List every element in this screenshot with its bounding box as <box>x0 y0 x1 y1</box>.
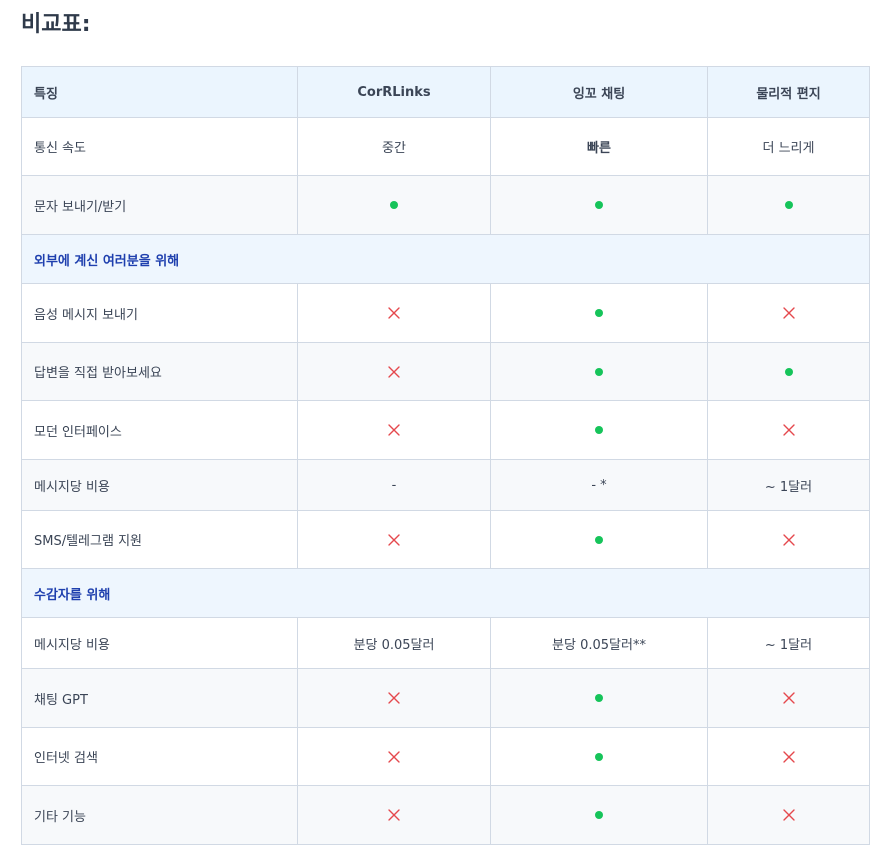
table-row: SMS/텔레그램 지원 <box>21 510 870 569</box>
red-x-icon <box>388 750 400 763</box>
red-x-icon <box>388 424 400 436</box>
row-label: SMS/텔레그램 지원 <box>21 510 298 569</box>
cell-parrot-chat <box>490 283 708 343</box>
page-title: 비교표: <box>21 12 91 37</box>
cell-parrot-chat <box>490 727 708 786</box>
row-label: 채팅 GPT <box>21 668 298 728</box>
cell-parrot-chat <box>490 668 708 728</box>
cell-corrlinks <box>297 283 491 343</box>
cell-physical-letter: 더 느리게 <box>707 117 870 176</box>
red-x-icon <box>388 307 400 319</box>
cell-corrlinks <box>297 785 491 845</box>
red-x-icon <box>388 692 400 704</box>
row-label: 음성 메시지 보내기 <box>21 283 298 343</box>
cell-corrlinks: 분당 0.05달러 <box>297 617 491 669</box>
red-x-icon <box>782 424 795 436</box>
cell-parrot-chat: 분당 0.05달러** <box>490 617 708 669</box>
comparison-table: 특징 CorRLinks 잉꼬 채팅 물리적 편지 통신 속도 중간 빠른 더 … <box>21 66 870 845</box>
row-label: 답변을 직접 받아보세요 <box>21 342 298 401</box>
cell-parrot-chat: - * <box>490 459 708 511</box>
green-dot-icon <box>784 201 793 209</box>
green-dot-icon <box>595 752 603 761</box>
cell-parrot-chat <box>490 785 708 845</box>
cell-corrlinks <box>297 342 491 401</box>
cell-parrot-chat <box>490 510 708 569</box>
table-row: 채팅 GPT <box>21 668 870 728</box>
header-corrlinks: CorRLinks <box>297 66 491 118</box>
table-row: 메시지당 비용 분당 0.05달러 분당 0.05달러** ~ 1달러 <box>21 617 870 669</box>
green-dot-icon <box>595 694 603 702</box>
cell-corrlinks <box>297 510 491 569</box>
table-row: 모던 인터페이스 <box>21 400 870 460</box>
row-label: 인터넷 검색 <box>21 727 298 786</box>
table-row: 통신 속도 중간 빠른 더 느리게 <box>21 117 870 176</box>
red-x-icon <box>782 533 795 546</box>
red-x-icon <box>388 533 400 546</box>
cell-parrot-chat <box>490 175 708 235</box>
cell-parrot-chat <box>490 342 708 401</box>
cell-corrlinks <box>297 668 491 728</box>
cell-physical-letter <box>707 175 870 235</box>
red-x-icon <box>388 809 400 821</box>
green-dot-icon <box>595 367 603 376</box>
cell-physical-letter <box>707 785 870 845</box>
red-x-icon <box>782 809 795 821</box>
cell-physical-letter <box>707 400 870 460</box>
section-label: 수감자를 위해 <box>21 568 870 618</box>
row-label: 메시지당 비용 <box>21 617 298 669</box>
table-row: 인터넷 검색 <box>21 727 870 786</box>
cell-physical-letter <box>707 727 870 786</box>
green-dot-icon <box>784 367 793 376</box>
row-label: 메시지당 비용 <box>21 459 298 511</box>
table-row: 기타 기능 <box>21 785 870 845</box>
row-label: 모던 인터페이스 <box>21 400 298 460</box>
red-x-icon <box>782 692 795 704</box>
cell-parrot-chat <box>490 400 708 460</box>
cell-corrlinks: - <box>297 459 491 511</box>
table-row: 메시지당 비용 - - * ~ 1달러 <box>21 459 870 511</box>
cell-corrlinks <box>297 175 491 235</box>
green-dot-icon <box>595 426 603 434</box>
cell-physical-letter <box>707 668 870 728</box>
green-dot-icon <box>595 535 603 544</box>
table-row: 답변을 직접 받아보세요 <box>21 342 870 401</box>
cell-physical-letter <box>707 510 870 569</box>
cell-physical-letter <box>707 283 870 343</box>
cell-physical-letter <box>707 342 870 401</box>
row-label: 문자 보내기/받기 <box>21 175 298 235</box>
section-row: 외부에 계신 여러분을 위해 <box>21 234 870 284</box>
header-feature: 특징 <box>21 66 298 118</box>
section-label: 외부에 계신 여러분을 위해 <box>21 234 870 284</box>
section-row: 수감자를 위해 <box>21 568 870 618</box>
table-row: 음성 메시지 보내기 <box>21 283 870 343</box>
header-parrot-chat: 잉꼬 채팅 <box>490 66 708 118</box>
cell-corrlinks <box>297 727 491 786</box>
red-x-icon <box>388 365 400 378</box>
row-label: 통신 속도 <box>21 117 298 176</box>
cell-parrot-chat: 빠른 <box>490 117 708 176</box>
green-dot-icon <box>595 201 603 209</box>
cell-physical-letter: ~ 1달러 <box>707 617 870 669</box>
red-x-icon <box>782 307 795 319</box>
cell-physical-letter: ~ 1달러 <box>707 459 870 511</box>
red-x-icon <box>782 750 795 763</box>
header-physical-letter: 물리적 편지 <box>707 66 870 118</box>
cell-corrlinks <box>297 400 491 460</box>
table-row: 문자 보내기/받기 <box>21 175 870 235</box>
green-dot-icon <box>595 811 603 819</box>
green-dot-icon <box>390 201 398 209</box>
row-label: 기타 기능 <box>21 785 298 845</box>
cell-corrlinks: 중간 <box>297 117 491 176</box>
green-dot-icon <box>595 309 603 317</box>
table-header-row: 특징 CorRLinks 잉꼬 채팅 물리적 편지 <box>21 66 870 118</box>
